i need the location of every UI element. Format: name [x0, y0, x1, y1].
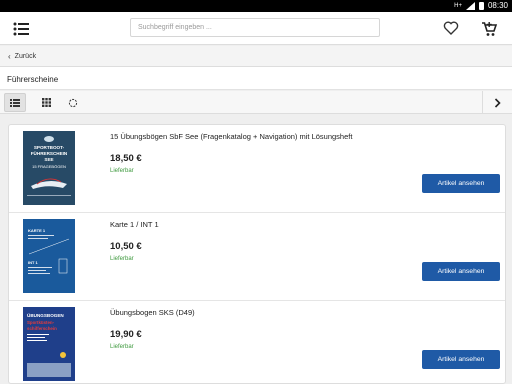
- svg-text:SPORTBOOT-: SPORTBOOT-: [34, 145, 65, 150]
- svg-text:FÜHRERSCHEIN: FÜHRERSCHEIN: [31, 150, 68, 156]
- list-icon: [10, 98, 20, 107]
- book-cover-image: ÜBUNGSBOGEN Sportküsten- schifferschein: [23, 307, 75, 381]
- chevron-left-icon: ‹: [8, 51, 11, 61]
- availability-status: Lieferbar: [110, 344, 134, 350]
- book-cover-image: SPORTBOOT- FÜHRERSCHEIN SEE 15 FRAGEBÖGE…: [23, 131, 75, 205]
- signal-icon: [465, 1, 475, 10]
- product-title[interactable]: Übungsbogen SKS (D49): [110, 308, 195, 317]
- list-item: SPORTBOOT- FÜHRERSCHEIN SEE 15 FRAGEBÖGE…: [9, 125, 505, 213]
- chevron-right-icon: [494, 97, 501, 108]
- page-title: Führerscheine: [0, 67, 512, 90]
- search-input[interactable]: Suchbegriff eingeben ...: [130, 18, 380, 37]
- view-article-button[interactable]: Artikel ansehen: [422, 174, 500, 193]
- svg-text:15 FRAGEBÖGEN: 15 FRAGEBÖGEN: [32, 164, 66, 169]
- list-item: ÜBUNGSBOGEN Sportküsten- schifferschein …: [9, 301, 505, 383]
- svg-text:KARTE 1: KARTE 1: [28, 228, 46, 233]
- product-title[interactable]: 15 Übungsbögen SbF See (Fragenkatalog + …: [110, 132, 352, 141]
- product-title[interactable]: Karte 1 / INT 1: [110, 220, 159, 229]
- availability-status: Lieferbar: [110, 256, 134, 262]
- product-list: SPORTBOOT- FÜHRERSCHEIN SEE 15 FRAGEBÖGE…: [8, 124, 506, 384]
- menu-icon[interactable]: [12, 20, 32, 38]
- heart-icon[interactable]: [443, 20, 459, 36]
- product-price: 18,50 €: [110, 153, 142, 164]
- view-article-button[interactable]: Artikel ansehen: [422, 350, 500, 369]
- network-label: H+: [454, 2, 462, 9]
- back-label: Zurück: [14, 52, 37, 60]
- product-price: 19,90 €: [110, 329, 142, 340]
- battery-icon: [478, 1, 484, 10]
- product-price: 10,50 €: [110, 241, 142, 252]
- view-article-button[interactable]: Artikel ansehen: [422, 262, 500, 281]
- svg-text:ÜBUNGSBOGEN: ÜBUNGSBOGEN: [27, 312, 64, 318]
- app-bar: Suchbegriff eingeben ...: [0, 12, 512, 45]
- loading-circle-icon: [68, 98, 78, 107]
- view-toolbar: [0, 91, 512, 114]
- svg-text:SEE: SEE: [44, 157, 53, 162]
- page-title-text: Führerscheine: [7, 75, 59, 84]
- clock: 08:30: [487, 1, 508, 10]
- grid-view-button[interactable]: [35, 93, 57, 112]
- availability-status: Lieferbar: [110, 168, 134, 174]
- back-link[interactable]: ‹ Zurück: [0, 46, 512, 67]
- status-bar: H+ 08:30: [0, 0, 512, 12]
- cart-icon[interactable]: [480, 20, 498, 38]
- grid-icon: [41, 98, 51, 107]
- book-cover[interactable]: ÜBUNGSBOGEN Sportküsten- schifferschein: [23, 307, 75, 381]
- book-cover[interactable]: SPORTBOOT- FÜHRERSCHEIN SEE 15 FRAGEBÖGE…: [23, 131, 75, 205]
- book-cover[interactable]: KARTE 1 INT 1: [23, 219, 75, 293]
- list-view-button[interactable]: [4, 93, 26, 112]
- next-button[interactable]: [482, 91, 512, 114]
- book-cover-image: KARTE 1 INT 1: [23, 219, 75, 293]
- filter-button[interactable]: [62, 93, 84, 112]
- search-placeholder: Suchbegriff eingeben ...: [138, 24, 212, 31]
- list-item: KARTE 1 INT 1 Karte 1 / INT 1 10,50 € Li…: [9, 213, 505, 301]
- svg-text:Sportküsten-: Sportküsten-: [27, 320, 55, 325]
- svg-text:INT 1: INT 1: [28, 260, 39, 265]
- svg-text:schifferschein: schifferschein: [27, 326, 57, 331]
